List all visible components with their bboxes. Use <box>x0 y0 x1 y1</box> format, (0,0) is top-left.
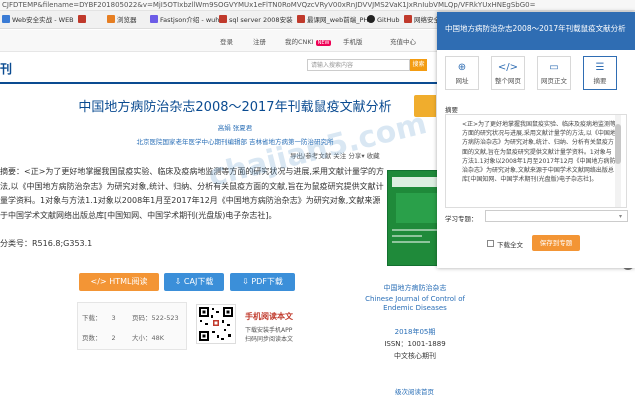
search-input[interactable]: 请输入搜索内容 <box>307 59 410 71</box>
search-button[interactable]: 搜索 <box>410 59 427 71</box>
journal-issue[interactable]: 2018年05期 <box>365 327 465 337</box>
bookmark-item[interactable]: sql server 2008安装 <box>219 14 293 26</box>
stat-page-count: 页数： 2 <box>82 334 116 342</box>
article-icon: ▭ <box>549 62 559 73</box>
new-badge: NEW <box>315 40 332 46</box>
classification-number: 分类号：R516.8;G353.1 <box>0 239 93 248</box>
bookmark-icon <box>2 15 10 23</box>
stat-size: 大小：48K <box>132 334 165 342</box>
download-icon: ⇩ <box>242 277 252 286</box>
header-divider <box>0 82 440 84</box>
caj-download-button[interactable]: ⇩ CAJ下载 <box>164 273 224 291</box>
site-logo[interactable]: 刊 <box>0 60 12 77</box>
clip-panel: 中国地方病防治杂志2008～2017年刊载鼠疫文献分析 ⊕ 网址 </> 整个网页 … <box>437 12 635 268</box>
mobile-read-line1: 下载安装手机APP <box>245 327 293 334</box>
code-icon: </> <box>497 62 519 73</box>
bookmark-item[interactable] <box>78 14 88 26</box>
clip-full-page-button[interactable]: </> 整个网页 <box>491 56 525 90</box>
article-abstract: 摘要：<正>为了更好地掌握我国鼠疫实验、临床及疫病地监测等方面的研究状况与进展,… <box>0 167 384 220</box>
my-cnki-link[interactable]: 我的CNKI NEW <box>285 36 332 46</box>
clip-article-button[interactable]: ▭ 网页正文 <box>537 56 571 90</box>
topic-label: 学习专题： <box>445 215 478 223</box>
login-link[interactable]: 登录 <box>220 36 233 46</box>
save-to-topic-button[interactable]: 保存到专题 <box>532 235 580 251</box>
bookmark-item[interactable]: 浏览器 <box>107 14 137 26</box>
screenshot-stage: CJFDTEMP&filename=DYBF201805022&v=MjI5OT… <box>0 0 635 397</box>
github-icon <box>367 15 375 23</box>
download-icon: ⇩ <box>174 277 184 286</box>
download-fulltext-label[interactable]: 下载全文 <box>497 239 523 249</box>
recharge-link[interactable]: 充值中心 <box>390 36 416 46</box>
bookmark-item[interactable]: Web安全实战 - WEB <box>2 14 74 26</box>
summary-textarea[interactable]: <正>为了更好地掌握我国鼠疫实验、临床及疫病地监测等方面的研究状况与进展,采用文… <box>445 114 627 208</box>
mobile-read-title: 手机阅读本文 <box>245 312 293 321</box>
qr-code <box>196 304 236 344</box>
bookmark-icon <box>150 15 158 23</box>
journal-english-name[interactable]: Chinese Journal of Control of Endemic Di… <box>365 295 465 313</box>
qr-code-graphic <box>199 307 233 341</box>
journal-core-badge: 中文核心期刊 <box>394 352 436 360</box>
mobile-link[interactable]: 手机版 <box>343 36 363 46</box>
address-bar[interactable]: CJFDTEMP&filename=DYBF201805022&v=MjI5OT… <box>0 0 635 11</box>
journal-more-link[interactable]: 级次阅读首页 <box>395 386 434 396</box>
article-stats: 下载： 3 页码：522-523 页数： 2 大小：48K <box>77 302 187 350</box>
summary-scroll-thumb[interactable] <box>615 124 621 164</box>
bookmark-icon <box>404 15 412 23</box>
bookmark-icon <box>297 15 305 23</box>
journal-name[interactable]: 中国地方病防治杂志 <box>365 283 465 293</box>
bookmark-item[interactable]: GitHub <box>367 14 400 26</box>
chevron-down-icon: ▾ <box>619 213 623 220</box>
download-fulltext-checkbox[interactable] <box>487 240 494 247</box>
summary-label: 摘要 <box>445 106 458 114</box>
link-icon: ⊕ <box>457 62 467 73</box>
bookmark-item[interactable]: Fastjson介绍 - wuhu <box>150 14 224 26</box>
html-read-button[interactable]: </> HTML阅读 <box>79 273 159 291</box>
stat-pages: 页码：522-523 <box>132 314 179 322</box>
bookmark-icon <box>107 15 115 23</box>
register-link[interactable]: 注册 <box>253 36 266 46</box>
list-icon: ☰ <box>595 62 605 73</box>
clip-summary-button[interactable]: ☰ 摘要 <box>583 56 617 90</box>
bookmark-icon <box>219 15 227 23</box>
pdf-download-button[interactable]: ⇩ PDF下载 <box>230 273 295 291</box>
topic-select[interactable] <box>485 210 628 222</box>
panel-title: 中国地方病防治杂志2008～2017年刊载鼠疫文献分析 <box>437 12 635 50</box>
journal-issn: ISSN：1001-1889 <box>384 340 446 348</box>
clip-url-button[interactable]: ⊕ 网址 <box>445 56 479 90</box>
bookmark-item[interactable]: 网络安全 <box>404 14 440 26</box>
bookmark-item[interactable]: 最课网_web前端_PHP <box>297 14 372 26</box>
stat-downloads: 下载： 3 <box>82 314 116 322</box>
code-icon: </> <box>90 277 110 286</box>
mobile-read-line2: 扫码同步阅读本文 <box>245 336 294 343</box>
bookmark-icon <box>78 15 86 23</box>
